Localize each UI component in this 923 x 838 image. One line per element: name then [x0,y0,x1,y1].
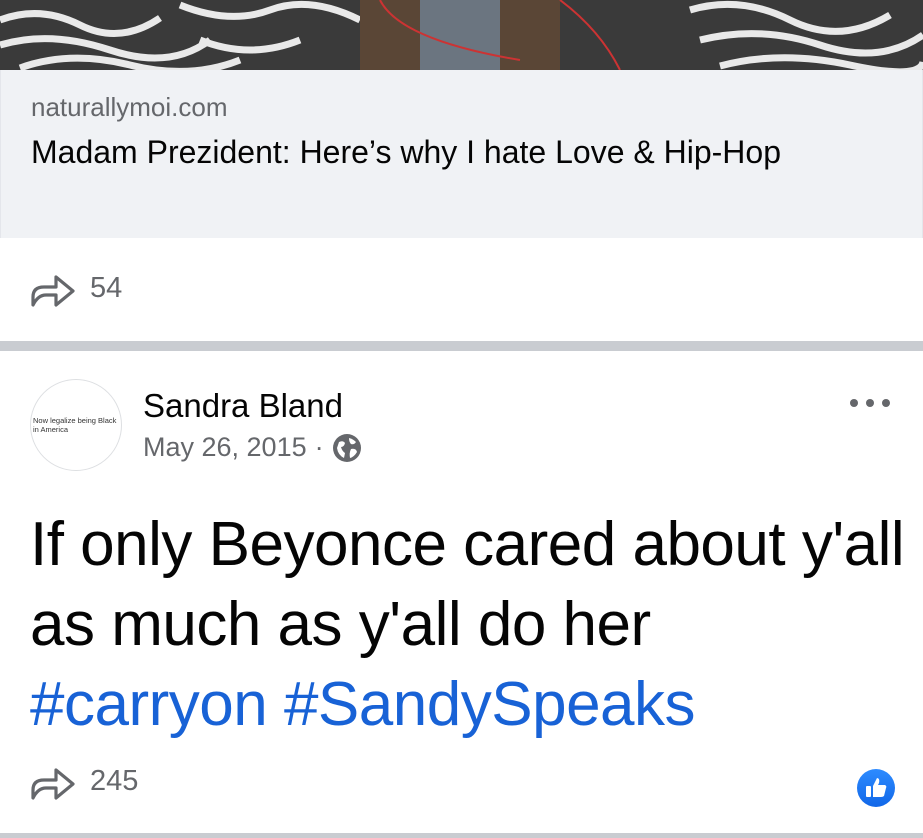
more-dot-icon [850,399,858,407]
post-text: If only Beyonce cared about y'all as muc… [30,505,910,745]
link-domain: naturallymoi.com [31,92,228,122]
post-date[interactable]: May 26, 2015 [143,432,307,463]
share-count: 245 [90,764,139,797]
share-count: 54 [90,271,123,304]
avatar-text: Now legalize being Black in America [33,416,117,434]
feed-separator [0,833,923,838]
share-action-first-post[interactable]: 54 [30,267,122,309]
author-name[interactable]: Sandra Bland [143,387,343,425]
link-title[interactable]: Madam Prezident: Here’s why I hate Love … [31,130,851,175]
more-options-button[interactable] [846,388,896,418]
avatar[interactable]: Now legalize being Black in America [30,379,122,471]
meta-separator: · [314,432,324,462]
more-dot-icon [882,399,890,407]
link-image-photo [0,0,923,70]
globe-icon [332,433,361,462]
hashtag-link[interactable]: #SandySpeaks [284,670,696,739]
hashtag-link[interactable]: #carryon [30,670,268,739]
more-dot-icon [866,399,874,407]
post-meta: May 26, 2015 · [143,432,362,463]
share-icon[interactable] [30,267,76,309]
share-icon[interactable] [30,760,76,802]
like-reaction-badge[interactable] [857,769,895,807]
link-preview-card[interactable]: naturallymoi.com Madam Prezident: Here’s… [0,70,923,238]
feed-separator [0,341,923,351]
post-body: If only Beyonce cared about y'all as muc… [30,510,905,659]
thumbs-up-icon [866,778,887,797]
link-preview-image[interactable] [0,0,923,70]
share-action-post[interactable]: 245 [30,760,138,802]
